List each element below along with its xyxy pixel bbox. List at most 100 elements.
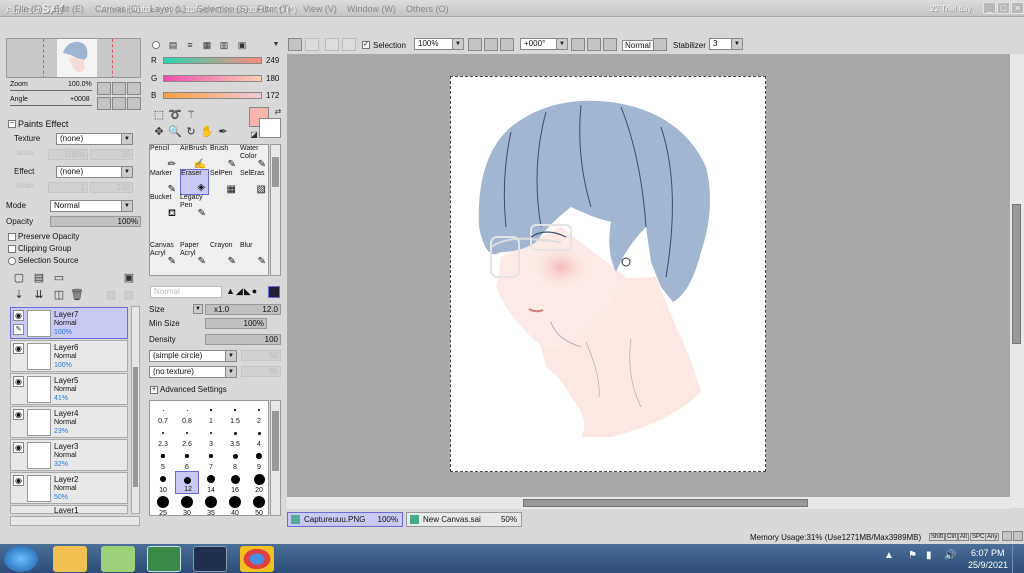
advanced-settings-label[interactable]: Advanced Settings bbox=[160, 385, 227, 394]
zoom-out-toolbar-button[interactable] bbox=[468, 38, 482, 51]
brush-size-1[interactable]: 1 bbox=[199, 402, 223, 425]
visibility-eye-icon[interactable]: ◉ bbox=[13, 376, 24, 387]
eyedropper-icon[interactable]: ✒ bbox=[216, 125, 230, 139]
visibility-eye-icon[interactable]: ◉ bbox=[13, 475, 24, 486]
r-slider[interactable] bbox=[163, 57, 262, 64]
swap-colors-icon[interactable]: ⇄ bbox=[271, 105, 285, 119]
brush-size-0.8[interactable]: 0.8 bbox=[175, 402, 199, 425]
menu-edit[interactable]: Edit (E) bbox=[54, 4, 84, 14]
preserve-opacity-checkbox[interactable] bbox=[8, 233, 16, 241]
tool-legacy-pen[interactable]: Legacy Pen ✎ bbox=[180, 194, 209, 220]
navigator-preview[interactable] bbox=[6, 38, 141, 78]
g-slider[interactable] bbox=[163, 75, 262, 82]
brush-size-30[interactable]: 30 bbox=[175, 494, 199, 517]
tool-blur[interactable]: Blur ✎ bbox=[240, 242, 269, 268]
brush-size-0.7[interactable]: 0.7 bbox=[151, 402, 175, 425]
texture-select[interactable]: (none) ▼ bbox=[56, 133, 133, 145]
size-multiplier-dropdown-icon[interactable]: ▼ bbox=[193, 304, 203, 314]
brush-edge-selected-icon[interactable] bbox=[268, 286, 280, 298]
stabilizer-select[interactable]: 3 ▼ bbox=[709, 38, 743, 50]
brush-shape-icon[interactable]: ▲◢◣● bbox=[226, 286, 258, 297]
layer-panel-menu-icon[interactable]: ▣ bbox=[122, 271, 136, 285]
lasso-icon[interactable]: ➰ bbox=[168, 108, 182, 122]
visibility-eye-icon[interactable]: ◉ bbox=[13, 409, 24, 420]
color-mixer-icon[interactable]: ▣ bbox=[235, 38, 249, 52]
clock-time[interactable]: 6:07 PM bbox=[971, 548, 1005, 558]
visibility-eye-icon[interactable]: ◉ bbox=[13, 343, 24, 354]
menu-selection[interactable]: Selection (S) bbox=[197, 4, 249, 14]
opacity-slider[interactable]: 100% bbox=[50, 216, 141, 227]
layers-scrollbar[interactable] bbox=[131, 306, 140, 514]
maximize-button[interactable]: □ bbox=[997, 2, 1010, 14]
menu-layer[interactable]: Layer (L) bbox=[150, 4, 186, 14]
tab-captureuuu[interactable]: Captureuuu.PNG 100% bbox=[287, 512, 403, 527]
start-orb-icon[interactable] bbox=[4, 546, 38, 572]
layer-item-2[interactable]: ◉ Layer2 Normal 50% bbox=[10, 472, 128, 504]
angle-slider[interactable] bbox=[10, 105, 92, 106]
brush-size-6[interactable]: 6 bbox=[175, 448, 199, 471]
angle-select[interactable]: +000° ▼ bbox=[520, 38, 568, 50]
magic-wand-icon[interactable]: ⚚ bbox=[184, 108, 198, 122]
tray-volume-icon[interactable]: 🔊 bbox=[944, 550, 956, 561]
layer-mode-select[interactable]: Normal ▼ bbox=[50, 200, 133, 212]
layer-item-4[interactable]: ◉ Layer4 Normal 23% bbox=[10, 406, 128, 438]
brush-size-3.5[interactable]: 3.5 bbox=[223, 425, 247, 448]
brush-size-14[interactable]: 14 bbox=[199, 471, 223, 494]
rotate-ccw-button[interactable] bbox=[571, 38, 585, 51]
menu-others[interactable]: Others (O) bbox=[406, 4, 449, 14]
rotate-cw-button[interactable] bbox=[587, 38, 601, 51]
zoom-out-button[interactable] bbox=[97, 82, 111, 95]
layer-item-6[interactable]: ◉ Layer6 Normal 100% bbox=[10, 340, 128, 372]
menu-file[interactable]: File (F) bbox=[14, 4, 43, 14]
zoom-reset-button[interactable] bbox=[127, 82, 141, 95]
brush-size-3[interactable]: 3 bbox=[199, 425, 223, 448]
rotate-reset-button[interactable] bbox=[127, 97, 141, 110]
expand-icon[interactable]: + bbox=[150, 386, 158, 394]
brush-size-1.5[interactable]: 1.5 bbox=[223, 402, 247, 425]
layers-hscrollbar[interactable] bbox=[10, 516, 140, 526]
status-button-2[interactable] bbox=[1013, 531, 1023, 541]
brush-texture-select[interactable]: (no texture) ▼ bbox=[149, 366, 237, 378]
visibility-eye-icon[interactable]: ◉ bbox=[13, 442, 24, 453]
clock-date[interactable]: 25/9/2021 bbox=[968, 560, 1008, 570]
zoom-select[interactable]: 100% ▼ bbox=[414, 38, 464, 50]
b-slider[interactable] bbox=[163, 92, 262, 99]
clear-layer-icon[interactable]: ◫ bbox=[52, 288, 66, 302]
color-wheel-toggle[interactable] bbox=[152, 41, 160, 49]
file-explorer-icon[interactable] bbox=[53, 546, 87, 572]
min-size-slider[interactable]: 100% bbox=[205, 318, 267, 329]
rect-select-icon[interactable]: ⬚ bbox=[152, 108, 166, 122]
tab-new-canvas[interactable]: New Canvas.sai 50% bbox=[406, 512, 522, 527]
tray-flag-icon[interactable]: ⚑ bbox=[908, 550, 917, 561]
menu-window[interactable]: Window (W) bbox=[347, 4, 396, 14]
brush-size-2.3[interactable]: 2.3 bbox=[151, 425, 175, 448]
brush-size-7[interactable]: 7 bbox=[199, 448, 223, 471]
zoom-tool-icon[interactable]: 🔍 bbox=[168, 125, 182, 139]
tool-watercolor[interactable]: Water Color ✎ bbox=[240, 145, 269, 171]
brush-size-8[interactable]: 8 bbox=[223, 448, 247, 471]
drawing-canvas[interactable] bbox=[450, 76, 766, 472]
collapse-icon[interactable]: − bbox=[8, 120, 16, 128]
tool-canvas-acryl[interactable]: Canvas Acryl ✎ bbox=[150, 242, 179, 268]
brush-size-5[interactable]: 5 bbox=[151, 448, 175, 471]
brush-shape-select[interactable]: (simple circle) ▼ bbox=[149, 350, 237, 362]
zoom-in-toolbar-button[interactable] bbox=[484, 38, 498, 51]
paint-tool-sai-icon[interactable] bbox=[147, 546, 181, 572]
scratchpad-icon[interactable]: ▥ bbox=[217, 38, 231, 52]
transparent-color-icon[interactable]: ◪ bbox=[247, 128, 261, 142]
flip-view-button[interactable] bbox=[653, 38, 667, 51]
zoom-reset-toolbar-button[interactable] bbox=[500, 38, 514, 51]
transfer-down-icon[interactable]: ⇣ bbox=[12, 288, 26, 302]
brush-size-2.6[interactable]: 2.6 bbox=[175, 425, 199, 448]
color-panel-menu-icon[interactable]: ▼ bbox=[269, 38, 283, 52]
merge-down-icon[interactable]: ⇊ bbox=[32, 288, 46, 302]
tool-airbrush[interactable]: AirBrush ✍ bbox=[180, 145, 209, 171]
app-green-icon[interactable] bbox=[101, 546, 135, 572]
brush-size-20[interactable]: 20 bbox=[247, 471, 271, 494]
brush-size-2[interactable]: 2 bbox=[247, 402, 271, 425]
brush-size-10[interactable]: 10 bbox=[151, 471, 175, 494]
zoom-slider[interactable] bbox=[10, 90, 92, 91]
brush-size-35[interactable]: 35 bbox=[199, 494, 223, 517]
deselect-button[interactable] bbox=[288, 38, 302, 51]
effect-select[interactable]: (none) ▼ bbox=[56, 166, 133, 178]
